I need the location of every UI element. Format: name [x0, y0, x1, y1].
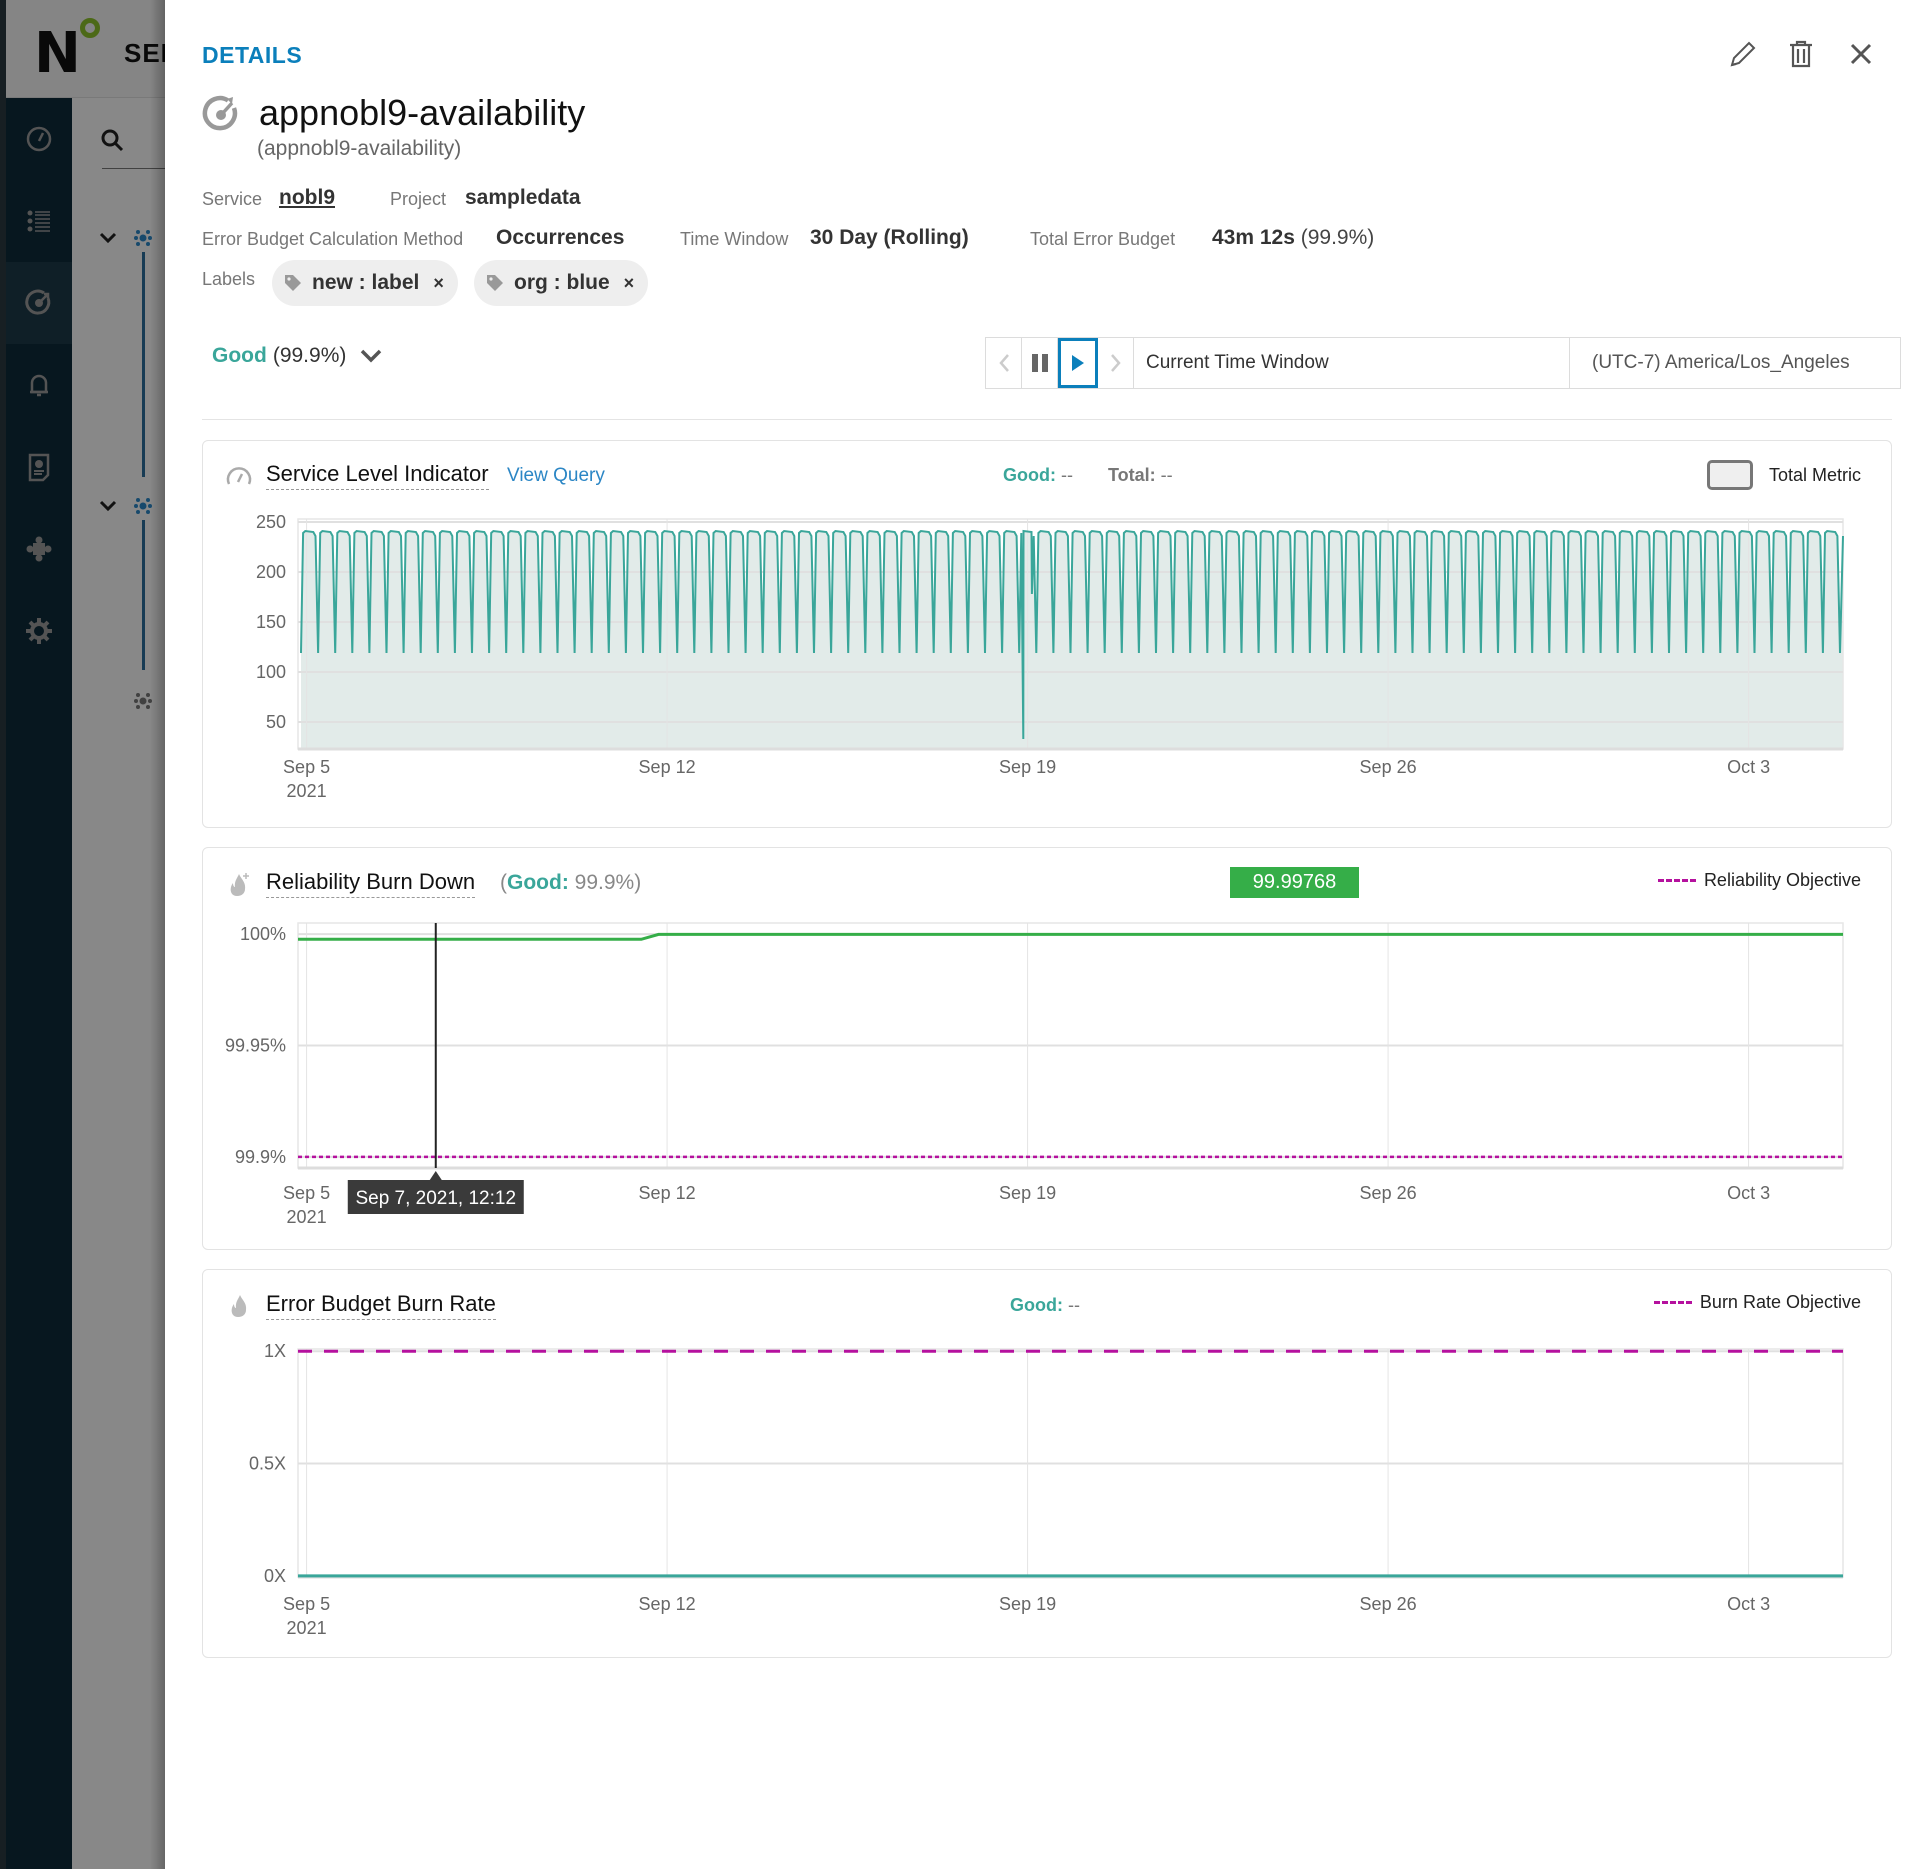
x-tick-label: Sep 5 [283, 1594, 330, 1614]
label-chip: org : blue × [474, 260, 649, 306]
delete-button[interactable] [1783, 36, 1819, 72]
edit-button[interactable] [1725, 36, 1761, 72]
tag-icon [285, 275, 301, 291]
y-tick-label: 150 [256, 612, 286, 632]
x-tick-label: Oct 3 [1727, 1183, 1770, 1203]
calc-method-value: Occurrences [496, 226, 625, 249]
previous-button[interactable] [986, 338, 1022, 388]
section-divider [202, 419, 1892, 420]
error-budget-pct: (99.9%) [1300, 226, 1375, 249]
y-tick-label: 200 [256, 562, 286, 582]
sli-card: Service Level Indicator View Query Good:… [202, 440, 1892, 828]
label-chip-text: org : blue [514, 271, 610, 294]
x-tick-sublabel: 2021 [287, 781, 327, 801]
slo-title: appnobl9-availability [259, 92, 586, 133]
slo-subtitle: (appnobl9-availability) [257, 137, 462, 160]
x-tick-label: Sep 26 [1360, 1594, 1417, 1614]
chevron-down-icon [361, 349, 382, 363]
pause-icon [1031, 354, 1048, 372]
label-chip-text: new : label [312, 271, 420, 294]
objective-value: (99.9%) [272, 344, 347, 367]
project-value: sampledata [465, 186, 581, 209]
x-tick-label: Sep 19 [999, 757, 1056, 777]
x-tick-sublabel: 2021 [287, 1207, 327, 1227]
x-tick-sublabel: 2021 [287, 1618, 327, 1638]
chevron-left-icon [998, 354, 1009, 372]
x-tick-label: Sep 26 [1360, 1183, 1417, 1203]
sli-chart: 50 100 150 200 250 Sep 5 2021 Sep 12 Sep 19 Sep 2… [256, 512, 1844, 801]
y-tick-label: 99.9% [235, 1147, 286, 1167]
time-window-label: Time Window [680, 229, 789, 249]
burn-rate-card: Error Budget Burn Rate Good: -- Burn Rat… [202, 1269, 1892, 1658]
burn-down-card: Reliability Burn Down (Good: 99.9%) 99.9… [202, 847, 1892, 1250]
x-tick-label: Sep 12 [639, 757, 696, 777]
time-window-selector[interactable]: Current Time Window [1134, 338, 1570, 388]
y-tick-label: 50 [266, 712, 286, 732]
tooltip-arrow [429, 1171, 442, 1180]
y-tick-label: 1X [264, 1341, 286, 1361]
total-error-budget-value: 43m 12s (99.9%) [1212, 226, 1374, 250]
x-tick-label: Sep 19 [999, 1594, 1056, 1614]
x-tick-label: Sep 19 [999, 1183, 1056, 1203]
project-label: Project [390, 189, 447, 209]
x-tick-label: Oct 3 [1727, 1594, 1770, 1614]
drawer-shadow [150, 0, 165, 1869]
burn-down-chart: 99.9% 99.95% 100% Sep 5 2021 Sep 12 Sep 19 Sep … [225, 922, 1844, 1227]
slo-details-drawer: DETAILS appnobl9-availability (appnobl9-… [165, 0, 1913, 1869]
service-label: Service [202, 189, 263, 209]
close-button[interactable] [1843, 36, 1879, 72]
x-tick-label: Oct 3 [1727, 757, 1770, 777]
calc-method-label: Error Budget Calculation Method [202, 229, 464, 249]
y-tick-label: 100% [240, 924, 286, 944]
time-window-value: 30 Day (Rolling) [810, 226, 969, 249]
play-button[interactable] [1058, 338, 1098, 388]
x-tick-label: Sep 5 [283, 1183, 330, 1203]
y-tick-label: 0.5X [249, 1454, 286, 1474]
label-chip: new : label × [272, 260, 458, 306]
next-button[interactable] [1098, 338, 1134, 388]
trash-icon [1790, 40, 1812, 68]
x-tick-label: Sep 12 [639, 1594, 696, 1614]
pencil-icon [1730, 41, 1756, 67]
burn-rate-chart: 0X 0.5X 1X Sep 5 2021 Sep 12 Sep 19 Sep 26 Oct 3 [249, 1341, 1844, 1638]
y-tick-label: 0X [264, 1566, 286, 1586]
x-tick-label: Sep 26 [1360, 757, 1417, 777]
close-icon [1850, 43, 1872, 65]
play-icon [1072, 355, 1084, 371]
modal-overlay[interactable] [0, 0, 165, 1869]
y-tick-label: 99.95% [225, 1036, 286, 1056]
timezone-selector[interactable]: (UTC-7) America/Los_Angeles [1570, 338, 1900, 388]
labels-label: Labels [202, 269, 256, 289]
drawer-header-label: DETAILS [202, 42, 303, 68]
x-tick-label: Sep 5 [283, 757, 330, 777]
objective-name: Good [212, 344, 267, 367]
remove-label-button[interactable]: × [624, 273, 635, 294]
service-link[interactable]: nobl9 [279, 186, 335, 210]
y-tick-label: 100 [256, 662, 286, 682]
pause-button[interactable] [1022, 338, 1058, 388]
y-tick-label: 250 [256, 512, 286, 532]
time-controls: Current Time Window (UTC-7) America/Los_… [985, 337, 1901, 389]
error-budget-time: 43m 12s [1212, 226, 1295, 249]
objective-dropdown[interactable]: Good (99.9%) [212, 344, 382, 368]
total-error-budget-label: Total Error Budget [1030, 229, 1176, 249]
tag-icon [487, 275, 503, 291]
chevron-right-icon [1110, 354, 1121, 372]
slo-target-icon [202, 95, 238, 131]
tooltip-text: Sep 7, 2021, 12:12 [355, 1188, 516, 1209]
remove-label-button[interactable]: × [433, 273, 444, 294]
x-tick-label: Sep 12 [639, 1183, 696, 1203]
